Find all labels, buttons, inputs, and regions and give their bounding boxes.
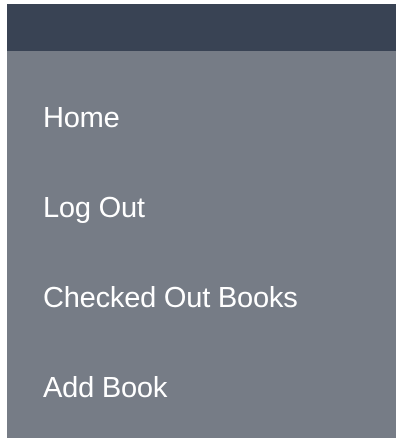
sidebar-item-checked-out-books[interactable]: Checked Out Books — [43, 278, 298, 318]
sidebar-item-home[interactable]: Home — [43, 98, 120, 138]
navigation-panel: Home Log Out Checked Out Books Add Book — [7, 4, 396, 438]
sidebar-item-log-out[interactable]: Log Out — [43, 188, 145, 228]
sidebar-item-add-book[interactable]: Add Book — [43, 368, 167, 408]
top-bar — [7, 4, 396, 51]
